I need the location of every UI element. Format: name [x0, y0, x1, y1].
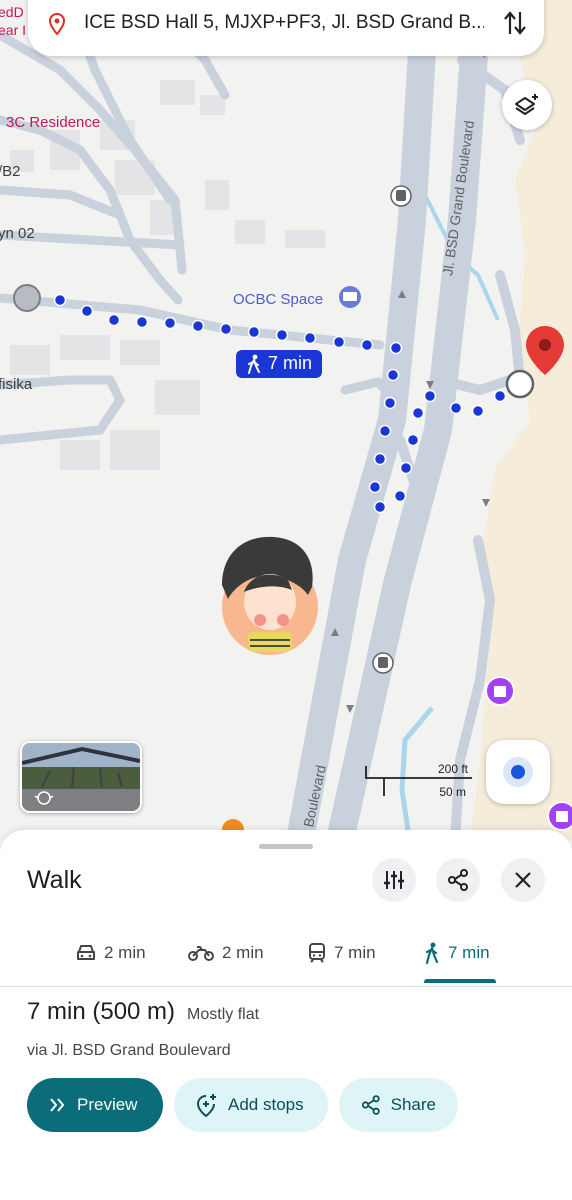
- route-via: via Jl. BSD Grand Boulevard: [27, 1042, 231, 1059]
- sheet-drag-handle[interactable]: [259, 844, 313, 849]
- route-duration-label: 7 min: [268, 353, 313, 373]
- map-label-road-fragment: fisika: [0, 376, 33, 393]
- map-label-fragment: edD: [0, 4, 24, 20]
- tab-driving[interactable]: 2 min: [76, 938, 146, 968]
- layers-icon: [515, 94, 538, 115]
- street-view-image: [22, 743, 140, 811]
- route-terrain: Mostly flat: [187, 1006, 260, 1023]
- preview-button[interactable]: Preview: [27, 1078, 163, 1132]
- scale-meters: 50 m: [439, 785, 466, 799]
- share-icon: [361, 1095, 380, 1115]
- share-route-button[interactable]: [436, 858, 480, 902]
- add-stops-button[interactable]: Add stops: [174, 1078, 328, 1132]
- directions-bottom-sheet[interactable]: Walk 2 min 2 min 7 min 7 min 7 min (500 …: [0, 830, 572, 1200]
- location-pin-icon: [48, 12, 66, 36]
- map-label-road-fragment: /B2: [0, 163, 21, 180]
- tab-driving-label: 2 min: [104, 943, 146, 962]
- route-summary: 7 min (500 m) Mostly flat: [27, 998, 259, 1026]
- preview-label: Preview: [77, 1095, 138, 1114]
- tune-icon: [384, 871, 404, 889]
- add-location-icon: [196, 1094, 216, 1117]
- route-duration-distance: 7 min (500 m): [27, 998, 176, 1025]
- selected-tab-indicator: [424, 979, 496, 983]
- walk-icon: [248, 354, 260, 374]
- walk-icon: [425, 942, 439, 964]
- map-label-bank[interactable]: OCBC Space: [233, 291, 323, 308]
- tab-motorcycle-label: 2 min: [222, 943, 264, 962]
- sheet-title: Walk: [27, 866, 82, 894]
- tab-walking-label: 7 min: [448, 943, 490, 962]
- map-canvas[interactable]: edD ear I 3C Residence /B2 yn 02 fisika …: [0, 0, 572, 840]
- route-options-button[interactable]: [372, 858, 416, 902]
- share-icon: [448, 869, 468, 891]
- motorcycle-icon: [188, 946, 214, 961]
- street-view-thumbnail[interactable]: [20, 741, 142, 813]
- swap-vertical-icon[interactable]: [502, 8, 528, 38]
- share-button[interactable]: Share: [339, 1078, 458, 1132]
- share-label: Share: [390, 1095, 436, 1114]
- close-button[interactable]: [501, 858, 545, 902]
- my-location-button[interactable]: [486, 740, 550, 804]
- transit-icon: [309, 943, 325, 963]
- map-scale: 200 ft 50 m: [364, 760, 474, 800]
- map-label-residence[interactable]: 3C Residence: [6, 114, 100, 131]
- destination-search-bar[interactable]: ICE BSD Hall 5, MJXP+PF3, Jl. BSD Grand …: [28, 0, 544, 56]
- double-chevron-right-icon: [50, 1098, 65, 1112]
- tab-walking[interactable]: 7 min: [424, 938, 490, 968]
- car-icon: [77, 945, 95, 960]
- close-icon: [515, 872, 531, 888]
- tab-transit-label: 7 min: [334, 943, 376, 962]
- layers-button[interactable]: [502, 80, 552, 130]
- tab-motorcycle[interactable]: 2 min: [188, 938, 264, 968]
- map-label-road-fragment: yn 02: [0, 225, 35, 242]
- map-label-fragment: ear I: [0, 22, 27, 38]
- destination-text[interactable]: ICE BSD Hall 5, MJXP+PF3, Jl. BSD Grand …: [84, 12, 484, 34]
- add-stops-label: Add stops: [228, 1095, 304, 1114]
- route-duration-tag[interactable]: 7 min: [236, 350, 323, 378]
- scale-feet: 200 ft: [437, 762, 468, 776]
- my-location-icon: [503, 757, 533, 787]
- tab-transit[interactable]: 7 min: [308, 938, 376, 968]
